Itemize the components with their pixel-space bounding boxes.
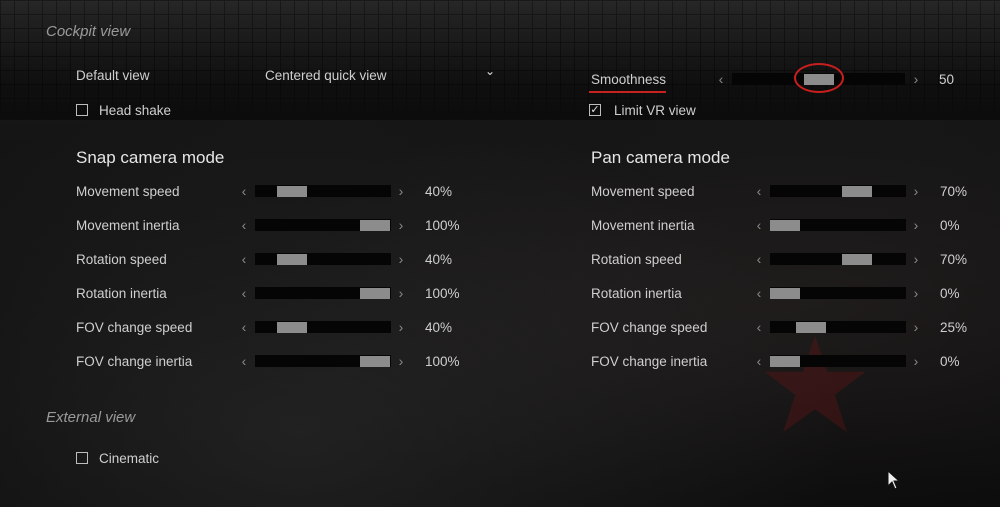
slider-thumb[interactable] <box>277 322 307 333</box>
setting-label: Rotation inertia <box>76 286 167 301</box>
setting-value: 70% <box>940 184 968 199</box>
slider-thumb[interactable] <box>770 356 800 367</box>
smoothness-label: Smoothness <box>591 72 667 87</box>
slider-thumb[interactable] <box>770 220 800 231</box>
decrease-arrow[interactable]: ‹ <box>753 251 765 267</box>
slider-thumb[interactable] <box>360 288 390 299</box>
setting-slider[interactable] <box>255 321 391 333</box>
smoothness-decrease-arrow[interactable]: ‹ <box>715 71 727 87</box>
increase-arrow[interactable]: › <box>910 251 922 267</box>
decrease-arrow[interactable]: ‹ <box>753 285 765 301</box>
slider-thumb[interactable] <box>842 254 872 265</box>
setting-slider[interactable] <box>770 287 906 299</box>
setting-value: 100% <box>425 218 460 233</box>
slider-thumb[interactable] <box>796 322 826 333</box>
pan-camera-title: Pan camera mode <box>591 148 730 167</box>
setting-label: Rotation speed <box>76 252 167 267</box>
head-shake-label: Head shake <box>99 103 172 118</box>
slider-thumb[interactable] <box>277 186 307 197</box>
smoothness-increase-arrow[interactable]: › <box>910 71 922 87</box>
snap-camera-title: Snap camera mode <box>76 148 225 167</box>
decrease-arrow[interactable]: ‹ <box>238 251 250 267</box>
increase-arrow[interactable]: › <box>910 319 922 335</box>
increase-arrow[interactable]: › <box>395 183 407 199</box>
increase-arrow[interactable]: › <box>910 217 922 233</box>
setting-slider[interactable] <box>770 219 906 231</box>
chevron-down-icon: ⌄ <box>485 64 496 78</box>
setting-slider[interactable] <box>770 321 906 333</box>
increase-arrow[interactable]: › <box>910 353 922 369</box>
head-shake-checkbox[interactable]: Head shake <box>76 103 186 119</box>
annotation-red-circle <box>794 63 844 93</box>
setting-slider[interactable] <box>255 253 391 265</box>
cinematic-checkbox[interactable]: Cinematic <box>76 451 176 467</box>
decrease-arrow[interactable]: ‹ <box>753 217 765 233</box>
background-star-icon <box>764 335 866 433</box>
increase-arrow[interactable]: › <box>395 251 407 267</box>
default-view-dropdown[interactable]: Centered quick view ⌄ <box>258 64 504 88</box>
decrease-arrow[interactable]: ‹ <box>238 285 250 301</box>
smoothness-value: 50 <box>939 72 955 87</box>
setting-label: FOV change inertia <box>76 354 193 369</box>
setting-label: Rotation speed <box>591 252 682 267</box>
setting-slider[interactable] <box>770 355 906 367</box>
setting-label: FOV change speed <box>591 320 708 335</box>
slider-thumb[interactable] <box>842 186 872 197</box>
increase-arrow[interactable]: › <box>395 285 407 301</box>
setting-label: Movement speed <box>76 184 180 199</box>
decrease-arrow[interactable]: ‹ <box>238 353 250 369</box>
decrease-arrow[interactable]: ‹ <box>238 183 250 199</box>
setting-value: 0% <box>940 354 960 369</box>
cockpit-view-title: Cockpit view <box>46 23 131 40</box>
limit-vr-box: ✓ <box>589 104 601 116</box>
cinematic-label: Cinematic <box>99 451 160 466</box>
setting-slider[interactable] <box>255 219 391 231</box>
setting-value: 70% <box>940 252 968 267</box>
external-view-title: External view <box>46 409 136 426</box>
setting-label: Movement inertia <box>76 218 180 233</box>
mouse-cursor-icon <box>887 470 901 490</box>
setting-slider[interactable] <box>255 185 391 197</box>
setting-value: 40% <box>425 252 453 267</box>
decrease-arrow[interactable]: ‹ <box>238 319 250 335</box>
setting-slider[interactable] <box>770 253 906 265</box>
slider-thumb[interactable] <box>277 254 307 265</box>
setting-value: 40% <box>425 184 453 199</box>
setting-label: Movement speed <box>591 184 695 199</box>
limit-vr-checkbox[interactable]: ✓ Limit VR view <box>589 103 709 119</box>
setting-label: Movement inertia <box>591 218 695 233</box>
background-fade <box>0 0 1000 120</box>
increase-arrow[interactable]: › <box>395 217 407 233</box>
setting-slider[interactable] <box>255 355 391 367</box>
setting-slider[interactable] <box>770 185 906 197</box>
increase-arrow[interactable]: › <box>910 285 922 301</box>
slider-thumb[interactable] <box>360 220 390 231</box>
slider-thumb[interactable] <box>770 288 800 299</box>
limit-vr-label: Limit VR view <box>614 103 696 118</box>
head-shake-box <box>76 104 88 116</box>
setting-value: 0% <box>940 218 960 233</box>
decrease-arrow[interactable]: ‹ <box>238 217 250 233</box>
decrease-arrow[interactable]: ‹ <box>753 183 765 199</box>
setting-value: 0% <box>940 286 960 301</box>
increase-arrow[interactable]: › <box>395 319 407 335</box>
slider-thumb[interactable] <box>360 356 390 367</box>
cinematic-box <box>76 452 88 464</box>
decrease-arrow[interactable]: ‹ <box>753 353 765 369</box>
default-view-value: Centered quick view <box>265 68 387 83</box>
setting-slider[interactable] <box>255 287 391 299</box>
setting-label: FOV change inertia <box>591 354 708 369</box>
setting-value: 40% <box>425 320 453 335</box>
increase-arrow[interactable]: › <box>910 183 922 199</box>
smoothness-annotation-underline <box>589 91 666 93</box>
default-view-label: Default view <box>76 68 150 83</box>
setting-label: Rotation inertia <box>591 286 682 301</box>
decrease-arrow[interactable]: ‹ <box>753 319 765 335</box>
setting-value: 25% <box>940 320 968 335</box>
setting-value: 100% <box>425 286 460 301</box>
setting-label: FOV change speed <box>76 320 193 335</box>
increase-arrow[interactable]: › <box>395 353 407 369</box>
setting-value: 100% <box>425 354 460 369</box>
